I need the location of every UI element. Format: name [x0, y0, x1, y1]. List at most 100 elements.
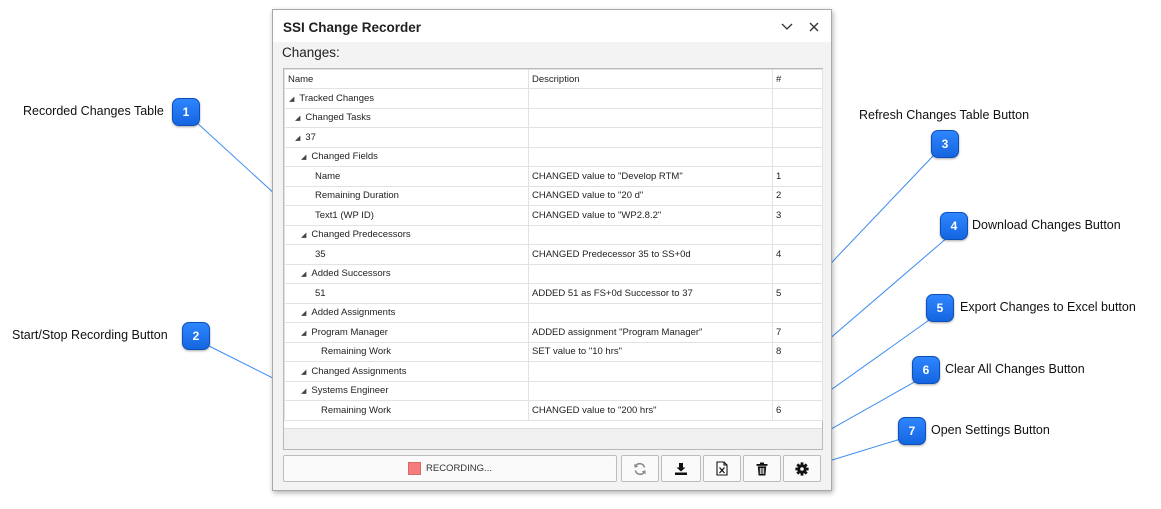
row-name-cell: ◢ Changed Tasks: [284, 107, 529, 128]
row-description-cell: [528, 263, 773, 284]
row-name-text: 35: [315, 248, 326, 260]
expand-triangle-icon[interactable]: ◢: [301, 231, 306, 239]
table-row[interactable]: ◢ Changed Assignments: [284, 361, 823, 382]
table-row[interactable]: ◢ Changed Tasks: [284, 107, 823, 128]
callout-badge-5: 5: [926, 294, 954, 322]
table-row[interactable]: ◢ 37: [284, 127, 823, 148]
row-name-cell: ◢ Added Assignments: [284, 302, 529, 323]
table-row[interactable]: 51 ADDED 51 as FS+0d Successor to 37 5: [284, 283, 823, 304]
row-description-cell: ADDED 51 as FS+0d Successor to 37: [528, 283, 773, 304]
callout-label-2: Start/Stop Recording Button: [12, 328, 168, 342]
export-excel-button[interactable]: [703, 455, 741, 482]
clear-all-changes-button[interactable]: [743, 455, 781, 482]
expand-triangle-icon[interactable]: ◢: [301, 368, 306, 376]
table-row[interactable]: Remaining Work CHANGED value to "200 hrs"…: [284, 400, 823, 421]
row-name-cell: Name: [284, 166, 529, 187]
callout-label-6: Clear All Changes Button: [945, 362, 1085, 376]
row-number-cell: [772, 361, 823, 382]
table-row[interactable]: Remaining Duration CHANGED value to "20 d…: [284, 185, 823, 206]
row-name-text: Name: [315, 170, 341, 182]
row-description-cell: [528, 224, 773, 245]
row-name-cell: ◢ Changed Assignments: [284, 361, 529, 382]
row-name-cell: Remaining Duration: [284, 185, 529, 206]
row-description-cell: [528, 302, 773, 323]
table-row[interactable]: ◢ Systems Engineer: [284, 380, 823, 401]
row-name-text: Remaining Work: [321, 404, 392, 416]
row-name-cell: 35: [284, 244, 529, 265]
expand-triangle-icon[interactable]: ◢: [301, 270, 306, 278]
expand-triangle-icon[interactable]: ◢: [301, 309, 306, 317]
row-name-cell: Remaining Work: [284, 341, 529, 362]
row-name-text: Text1 (WP ID): [315, 209, 374, 221]
table-row[interactable]: ◢ Program Manager ADDED assignment "Progra…: [284, 322, 823, 343]
column-header-description[interactable]: Description: [528, 69, 773, 89]
callout-label-3: Refresh Changes Table Button: [859, 108, 1030, 122]
row-number-cell: [772, 107, 823, 128]
close-button[interactable]: [803, 16, 825, 38]
row-number-cell: [772, 88, 823, 109]
table-row[interactable]: ◢ Added Assignments: [284, 302, 823, 323]
column-header-number[interactable]: #: [772, 69, 823, 89]
expand-triangle-icon[interactable]: ◢: [289, 95, 294, 103]
callout-label-5: Export Changes to Excel button: [960, 300, 1136, 314]
table-row[interactable]: ◢ Tracked Changes: [284, 88, 823, 109]
minimize-button[interactable]: [776, 16, 798, 38]
row-description-cell: CHANGED value to "200 hrs": [528, 400, 773, 421]
row-name-cell: Text1 (WP ID): [284, 205, 529, 226]
expand-triangle-icon[interactable]: ◢: [295, 134, 300, 142]
expand-triangle-icon[interactable]: ◢: [301, 387, 306, 395]
row-number-cell: 5: [772, 283, 823, 304]
row-description-cell: ADDED assignment "Program Manager": [528, 322, 773, 343]
callout-badge-7: 7: [898, 417, 926, 445]
change-recorder-window: SSI Change Recorder Changes: Name Descri…: [272, 9, 832, 491]
row-name-cell: ◢ Changed Predecessors: [284, 224, 529, 245]
row-name-text: Changed Fields: [311, 151, 378, 163]
column-header-name[interactable]: Name: [284, 69, 529, 89]
row-name-text: Added Successors: [311, 268, 391, 280]
row-description-cell: CHANGED value to "WP2.8.2": [528, 205, 773, 226]
minimize-chevron-icon: [781, 23, 793, 30]
row-description-cell: [528, 380, 773, 401]
row-name-text: 37: [305, 131, 316, 143]
row-description-cell: [528, 88, 773, 109]
row-name-cell: ◢ Program Manager: [284, 322, 529, 343]
row-name-text: Changed Tasks: [305, 112, 371, 124]
open-settings-button[interactable]: [783, 455, 821, 482]
table-row[interactable]: Text1 (WP ID) CHANGED value to "WP2.8.2" 3: [284, 205, 823, 226]
expand-triangle-icon[interactable]: ◢: [301, 153, 306, 161]
row-name-cell: 51: [284, 283, 529, 304]
table-row[interactable]: Name CHANGED value to "Develop RTM" 1: [284, 166, 823, 187]
excel-export-icon: [716, 461, 728, 476]
table-row[interactable]: 35 CHANGED Predecessor 35 to SS+0d 4: [284, 244, 823, 265]
window-titlebar: SSI Change Recorder: [273, 10, 831, 42]
table-row[interactable]: ◢ Changed Predecessors: [284, 224, 823, 245]
row-name-text: Program Manager: [311, 326, 388, 338]
row-name-cell: ◢ 37: [284, 127, 529, 148]
table-row[interactable]: ◢ Added Successors: [284, 263, 823, 284]
row-number-cell: [772, 380, 823, 401]
row-description-cell: [528, 146, 773, 167]
refresh-changes-button[interactable]: [621, 455, 659, 482]
callout-label-7: Open Settings Button: [931, 423, 1050, 437]
row-name-text: Remaining Work: [321, 346, 392, 358]
expand-triangle-icon[interactable]: ◢: [295, 114, 300, 122]
table-row[interactable]: Remaining Work SET value to "10 hrs" 8: [284, 341, 823, 362]
row-description-cell: CHANGED Predecessor 35 to SS+0d: [528, 244, 773, 265]
table-row[interactable]: ◢ Changed Fields: [284, 146, 823, 167]
row-name-text: Changed Assignments: [311, 365, 407, 377]
expand-triangle-icon[interactable]: ◢: [301, 329, 306, 337]
refresh-icon: [634, 462, 646, 475]
recording-indicator-icon: [408, 462, 421, 475]
start-stop-recording-button[interactable]: RECORDING...: [283, 455, 617, 482]
recording-status-label: RECORDING...: [426, 463, 492, 474]
row-number-cell: 3: [772, 205, 823, 226]
row-description-cell: SET value to "10 hrs": [528, 341, 773, 362]
download-changes-button[interactable]: [661, 455, 701, 482]
callout-badge-2: 2: [182, 322, 210, 350]
recorded-changes-table[interactable]: Name Description # ◢ Tracked Changes ◢ Chan…: [283, 68, 823, 450]
download-icon: [675, 462, 687, 475]
changes-section-label: Changes:: [282, 45, 340, 60]
row-number-cell: 7: [772, 322, 823, 343]
row-description-cell: CHANGED value to "20 d": [528, 185, 773, 206]
row-number-cell: 1: [772, 166, 823, 187]
